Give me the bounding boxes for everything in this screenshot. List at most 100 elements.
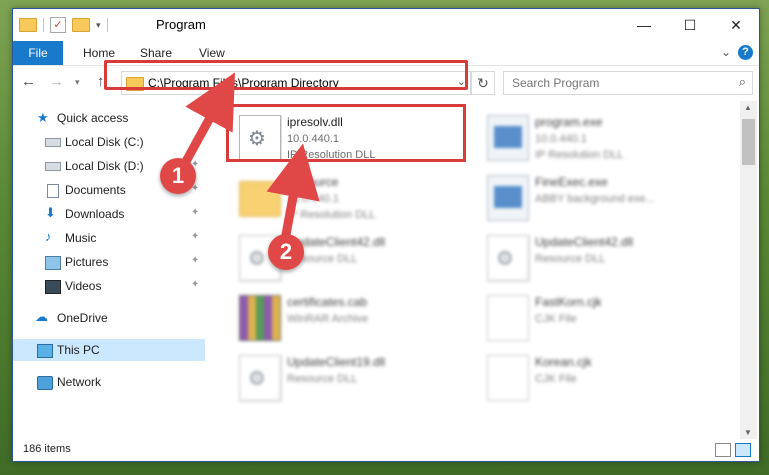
scroll-thumb[interactable] <box>742 119 755 165</box>
file-name: certificates.cab <box>287 295 368 309</box>
scroll-down-icon[interactable]: ▼ <box>744 428 752 437</box>
address-bar-highlight <box>104 60 468 90</box>
pin-icon: ✦ <box>191 279 200 290</box>
file-name: Korean.cjk <box>535 355 592 369</box>
sidebar-item-label: This PC <box>57 343 100 357</box>
customize-toolbar-icon[interactable]: ▾ <box>96 20 101 31</box>
downloads-icon: ⬇ <box>45 205 56 220</box>
gear-icon: ⚙ <box>496 248 514 270</box>
file-description: WinRAR Archive <box>287 313 369 325</box>
sidebar-item-label: Documents <box>65 183 126 197</box>
properties-icon[interactable]: ✓ <box>50 17 66 33</box>
dll-file-icon: ⚙ <box>239 355 281 401</box>
onedrive-icon: ☁ <box>35 309 48 324</box>
expand-ribbon-icon[interactable]: ⌄ <box>721 45 731 59</box>
sidebar-item-label: OneDrive <box>57 311 108 325</box>
gear-icon: ⚙ <box>248 368 266 390</box>
sidebar-item-downloads[interactable]: ⬇ Downloads ✦ <box>13 203 205 225</box>
file-name: FastKorn.cjk <box>535 295 602 309</box>
sidebar-item-pictures[interactable]: Pictures ✦ <box>13 251 205 273</box>
file-item[interactable]: FastKorn.cjk CJK File <box>481 289 719 347</box>
star-icon: ★ <box>37 110 49 125</box>
file-item[interactable]: program.exe 10.0.440.1 IP Resolution DLL <box>481 109 719 167</box>
sidebar-item-label: Local Disk (C:) <box>65 135 144 149</box>
file-item[interactable]: certificates.cab WinRAR Archive <box>233 289 471 347</box>
file-description: Resource DLL <box>535 253 606 265</box>
help-icon[interactable]: ? <box>738 45 753 60</box>
callout-step-2: 2 <box>268 234 304 270</box>
search-box[interactable]: ⌕ <box>503 71 753 95</box>
minimize-button[interactable]: — <box>621 9 667 41</box>
view-switcher <box>715 443 751 457</box>
title-bar: ✓ ▾ Program — ☐ ✕ <box>13 9 759 41</box>
refresh-button[interactable]: ↻ <box>471 71 495 95</box>
drive-icon <box>45 162 61 171</box>
pin-icon: ✦ <box>191 231 200 242</box>
window-controls: — ☐ ✕ <box>621 9 759 41</box>
blank-file-icon <box>487 355 529 401</box>
close-button[interactable]: ✕ <box>713 9 759 41</box>
sidebar-item-local-disk-c[interactable]: Local Disk (C:) ✦ <box>13 131 205 153</box>
new-folder-icon[interactable] <box>72 18 90 32</box>
sidebar-item-videos[interactable]: Videos ✦ <box>13 275 205 297</box>
maximize-button[interactable]: ☐ <box>667 9 713 41</box>
dll-file-icon: ⚙ <box>487 235 529 281</box>
vertical-scrollbar[interactable]: ▲ ▼ <box>740 101 757 439</box>
exe-file-icon <box>487 115 529 161</box>
file-version: 10.0.440.1 <box>287 193 339 205</box>
sidebar-item-label: Local Disk (D:) <box>65 159 144 173</box>
folder-icon <box>239 181 281 217</box>
window-title: Program <box>156 17 206 32</box>
large-icons-view-icon[interactable] <box>735 443 751 457</box>
drive-icon <box>45 138 61 147</box>
sidebar-item-label: Music <box>65 231 97 245</box>
sidebar-item-label: Quick access <box>57 111 129 125</box>
file-item[interactable]: ⚙ UpdateClient19.dll Resource DLL <box>233 349 471 407</box>
file-description: IP Resolution DLL <box>535 149 624 161</box>
file-name: program.exe <box>535 115 603 129</box>
music-icon: ♪ <box>45 229 52 244</box>
tab-file[interactable]: File <box>13 41 63 65</box>
file-description: IP Resolution DLL <box>287 209 376 221</box>
file-description: CJK File <box>535 313 577 325</box>
search-input[interactable] <box>510 75 728 91</box>
pin-icon: ✦ <box>191 135 200 146</box>
sidebar-item-onedrive[interactable]: ☁ OneDrive <box>13 307 205 329</box>
scroll-up-icon[interactable]: ▲ <box>744 103 752 112</box>
videos-icon <box>45 280 61 294</box>
sidebar-item-network[interactable]: Network <box>13 371 205 393</box>
file-highlight <box>226 104 466 162</box>
quick-access-toolbar: ✓ ▾ <box>19 17 108 33</box>
file-name: FineExec.exe <box>535 175 608 189</box>
sidebar-item-quick-access[interactable]: ★ Quick access <box>13 107 205 129</box>
details-view-icon[interactable] <box>715 443 731 457</box>
sidebar-item-label: Videos <box>65 279 102 293</box>
blank-file-icon <box>487 295 529 341</box>
search-icon[interactable]: ⌕ <box>739 74 746 90</box>
file-name: UpdateClient42.dll <box>535 235 634 249</box>
window-icon <box>494 126 522 148</box>
forward-button[interactable]: → <box>49 73 64 90</box>
file-description: CJK File <box>535 373 577 385</box>
file-item[interactable]: ⚙ UpdateClient42.dll Resource DLL <box>481 229 719 287</box>
sidebar-item-label: Pictures <box>65 255 109 269</box>
file-name: UpdateClient19.dll <box>287 355 386 369</box>
network-icon <box>37 376 53 390</box>
file-name: Resource <box>287 175 339 189</box>
sidebar-item-this-pc[interactable]: This PC <box>13 339 205 361</box>
archive-icon <box>239 295 281 341</box>
folder-icon <box>19 18 37 32</box>
back-button[interactable]: ← <box>21 73 36 90</box>
file-item[interactable]: Resource 10.0.440.1 IP Resolution DLL <box>233 169 471 227</box>
navigation-pane: ★ Quick access Local Disk (C:) ✦ Local D… <box>13 101 205 439</box>
pin-icon: ✦ <box>191 255 200 266</box>
item-count: 186 items <box>23 443 71 455</box>
file-item[interactable]: FineExec.exe ABBY background exe... <box>481 169 719 227</box>
file-description: Resource DLL <box>287 373 358 385</box>
divider <box>43 18 44 32</box>
documents-icon <box>47 184 59 198</box>
window-icon <box>494 186 522 208</box>
file-item[interactable]: Korean.cjk CJK File <box>481 349 719 407</box>
sidebar-item-music[interactable]: ♪ Music ✦ <box>13 227 205 249</box>
recent-locations-icon[interactable]: ▾ <box>75 77 80 88</box>
